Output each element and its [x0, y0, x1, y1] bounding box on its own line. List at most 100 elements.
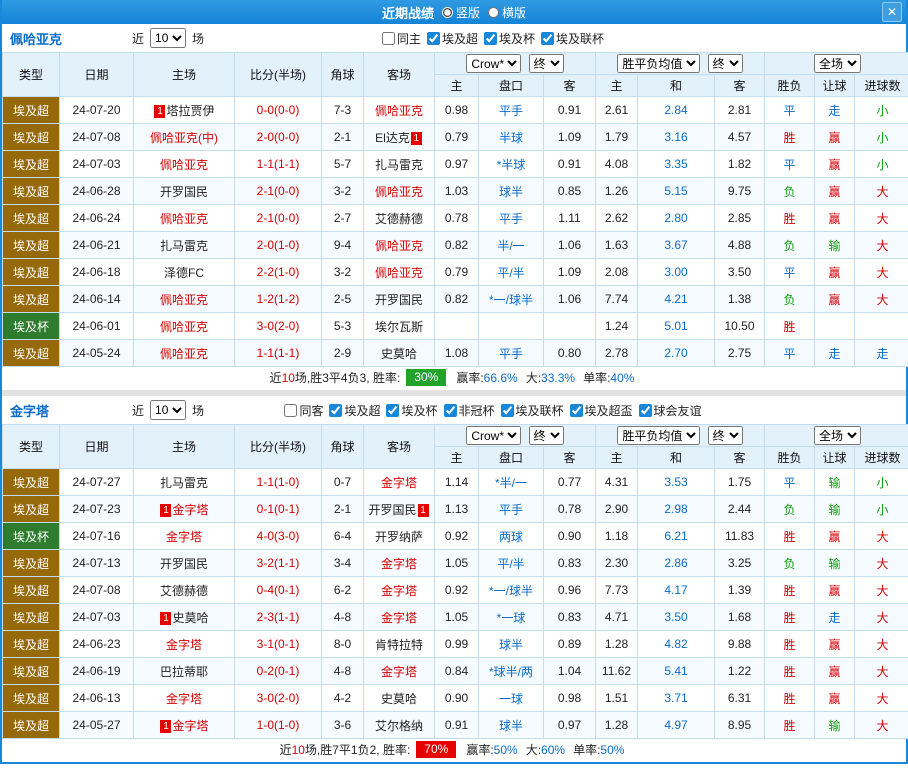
- filter-checkbox[interactable]: 同主: [381, 30, 421, 47]
- date-cell: 24-05-27: [59, 711, 134, 739]
- checkbox-input[interactable]: [329, 403, 343, 417]
- handicap-cell: 平/半: [478, 549, 544, 577]
- avg-away-cell: 2.75: [713, 339, 766, 367]
- filter-checkbox[interactable]: 埃及杯: [386, 402, 438, 419]
- result-cell: 胜: [764, 603, 816, 631]
- checkbox-input[interactable]: [427, 31, 440, 45]
- score-cell: 0-2(0-1): [234, 657, 322, 685]
- avg-type-select[interactable]: 胜平负均值: [617, 426, 701, 445]
- goal-cell: 小: [854, 468, 908, 496]
- home-team-cell: 扎马雷克: [133, 231, 235, 259]
- team-label: 扎马雷克: [374, 157, 423, 172]
- avg-type-select[interactable]: 胜平负均值: [617, 54, 701, 73]
- filter-controls: 近 10 场 同客 埃及超 埃及杯 非冠杯 埃及联杯 埃及超盃 球会友谊: [132, 400, 776, 420]
- filter-checkbox[interactable]: 同客: [284, 402, 323, 419]
- odds-home-cell: 1.03: [434, 177, 479, 205]
- league-checkboxes: 同客 埃及超 埃及杯 非冠杯 埃及联杯 埃及超盃 球会友谊: [210, 402, 776, 419]
- home-team-cell: 金字塔: [133, 522, 235, 550]
- odds-away-cell: 1.09: [543, 258, 596, 286]
- checkbox-input[interactable]: [569, 403, 583, 417]
- checkbox-input[interactable]: [386, 403, 400, 417]
- avg-home-cell: 2.30: [595, 549, 638, 577]
- match-row: 埃及超 24-07-27 扎马雷克 1-1(1-0) 0-7 金字塔 1.14 *半/一 0.7…: [2, 468, 908, 496]
- odds-final-select[interactable]: 终: [528, 54, 564, 73]
- avg-final-select[interactable]: 终: [707, 426, 743, 445]
- let-cell: 赢: [814, 123, 856, 151]
- match-row: 埃及超 24-06-28 开罗国民 2-1(0-0) 3-2 佩哈亚克 1.03 球半 0.85…: [2, 177, 908, 205]
- odds-company-select[interactable]: Crow*: [466, 54, 522, 73]
- score-cell: 2-0(0-0): [234, 123, 322, 151]
- match-row: 埃及超 24-07-08 佩哈亚克(中) 2-0(0-0) 2-1 El达克 1 0.79 半球…: [2, 123, 908, 151]
- col-date: 日期: [59, 52, 134, 97]
- col-goals: 进球数: [854, 74, 908, 97]
- team-label: 塔拉贾伊: [166, 103, 215, 118]
- goal-cell: 大: [854, 576, 908, 604]
- checkbox-input[interactable]: [443, 403, 457, 417]
- let-cell: 赢: [814, 576, 856, 604]
- layout-radio-horizontal[interactable]: 横版: [488, 4, 526, 21]
- avg-home-cell: 1.24: [595, 312, 638, 340]
- home-team-cell: 佩哈亚克: [133, 285, 235, 313]
- corner-cell: 0-7: [321, 468, 364, 496]
- radio-vertical-input[interactable]: [441, 6, 453, 18]
- away-team-cell: 佩哈亚克: [363, 96, 435, 124]
- avg-draw-cell: 3.50: [637, 603, 715, 631]
- goal-cell: 大: [854, 657, 908, 685]
- result-cell: 胜: [764, 630, 816, 658]
- corner-cell: 3-4: [321, 549, 364, 577]
- checkbox-input[interactable]: [500, 403, 514, 417]
- filter-checkbox[interactable]: 埃及超盃: [569, 402, 633, 419]
- rank-badge: 1: [154, 104, 166, 118]
- match-row: 埃及超 24-06-24 佩哈亚克 2-1(0-0) 2-7 艾德赫德 0.78 平手 1.11…: [2, 204, 908, 232]
- match-row: 埃及超 24-07-23 1 金字塔 0-1(0-1) 2-1 开罗国民 1 1.13 平手 0.7…: [2, 495, 908, 523]
- close-button[interactable]: ✕: [882, 2, 902, 22]
- odds-select-cell: Crow* 终: [434, 424, 596, 447]
- match-row: 埃及杯 24-06-01 佩哈亚克 3-0(2-0) 5-3 埃尔瓦斯 1.24 5.01 10…: [2, 312, 908, 340]
- team-label: 佩哈亚克: [374, 238, 423, 253]
- odds-company-select[interactable]: Crow*: [466, 426, 522, 445]
- match-row: 埃及超 24-06-13 金字塔 3-0(2-0) 4-2 史莫哈 0.90 一球 0.98 1.…: [2, 684, 908, 712]
- recent-count-select[interactable]: 10: [150, 28, 187, 48]
- filter-checkbox[interactable]: 非冠杯: [443, 402, 495, 419]
- home-team-cell: 1 史莫哈: [133, 603, 235, 631]
- result-cell: 胜: [764, 684, 816, 712]
- layout-radio-vertical[interactable]: 竖版: [441, 4, 480, 21]
- result-cell: 负: [764, 285, 816, 313]
- period-select[interactable]: 全场: [814, 426, 862, 445]
- league-cell: 埃及超: [2, 684, 60, 712]
- odds-final-select[interactable]: 终: [528, 426, 564, 445]
- checkbox-input[interactable]: [381, 31, 395, 45]
- filter-checkbox[interactable]: 埃及联杯: [500, 402, 564, 419]
- summary-stats: 赢率:50% 大:60% 单率:50%: [462, 743, 628, 757]
- odds-home-cell: 1.05: [434, 603, 479, 631]
- handicap-cell: *一球: [478, 603, 544, 631]
- period-select[interactable]: 全场: [814, 54, 862, 73]
- goal-cell: [854, 312, 908, 340]
- filter-checkbox[interactable]: 埃及超: [329, 402, 380, 419]
- radio-horizontal-label: 横版: [502, 5, 527, 20]
- avg-select-cell: 胜平负均值 终: [594, 424, 766, 447]
- filter-checkbox[interactable]: 埃及超: [427, 30, 478, 47]
- checkbox-input[interactable]: [541, 31, 555, 45]
- avg-final-select[interactable]: 终: [707, 54, 743, 73]
- league-cell: 埃及超: [2, 258, 60, 286]
- filter-checkbox[interactable]: 埃及杯: [484, 30, 535, 47]
- odds-home-cell: 1.14: [434, 468, 479, 496]
- col-score: 比分(半场): [234, 424, 322, 469]
- goal-cell: 小: [854, 495, 908, 523]
- filter-checkbox[interactable]: 球会友谊: [638, 402, 702, 419]
- recent-count-select[interactable]: 10: [150, 400, 187, 420]
- checkbox-input[interactable]: [638, 403, 652, 417]
- let-cell: [814, 312, 856, 340]
- odds-home-cell: 0.90: [434, 684, 479, 712]
- filter-checkbox[interactable]: 埃及联杯: [541, 30, 604, 47]
- checkbox-input[interactable]: [284, 403, 298, 417]
- avg-away-cell: 3.25: [713, 549, 766, 577]
- col-result: 胜负: [764, 446, 816, 469]
- home-team-cell: 扎马雷克: [133, 468, 235, 496]
- away-team-cell: 金字塔: [363, 576, 435, 604]
- radio-horizontal-input[interactable]: [488, 6, 499, 18]
- checkbox-input[interactable]: [484, 31, 498, 45]
- col-handicap: 盘口: [478, 446, 544, 469]
- avg-draw-cell: 4.97: [637, 711, 715, 739]
